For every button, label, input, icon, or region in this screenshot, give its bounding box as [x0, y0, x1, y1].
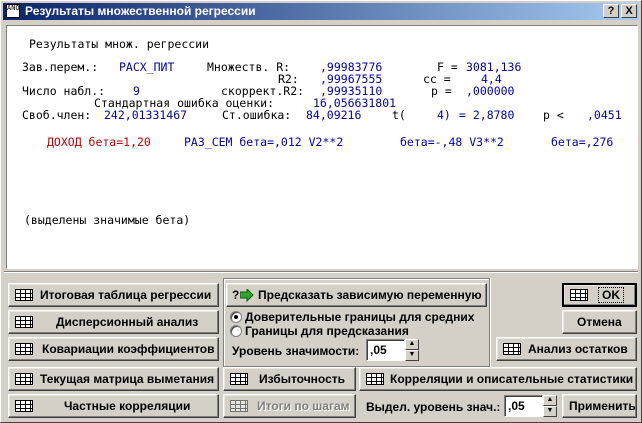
p-less-value: ,0451 [587, 108, 622, 122]
residual-analysis-button[interactable]: Анализ остатков [496, 337, 637, 361]
prediction-limits-radio[interactable] [230, 325, 242, 337]
table-icon [15, 289, 33, 301]
close-button[interactable]: X [621, 4, 637, 18]
t-df: 4) [437, 108, 451, 122]
std-error-value: 84,09216 [306, 108, 362, 122]
predict-dependent-button[interactable]: ? Предсказать зависимую переменную [226, 283, 487, 307]
highlight-level-input[interactable]: ,05 [504, 395, 543, 417]
beta-income: ДОХОД бета=1,20 [47, 135, 151, 149]
std-error-label: Ст.ошибка: [222, 108, 292, 122]
results-window: ANOVA Результаты множественной регрессии… [0, 0, 642, 423]
intercept-value: 242,01331467 [104, 108, 188, 122]
p-label: p = [431, 84, 452, 98]
app-icon: ANOVA [6, 4, 20, 18]
table-icon [15, 316, 33, 328]
anova-button[interactable]: Дисперсионный анализ [8, 310, 219, 334]
beta-last: бета=,276 [551, 135, 614, 149]
covariances-button[interactable]: Ковариации коэффициентов [8, 337, 219, 361]
spin-up-icon[interactable]: ▲ [543, 395, 557, 406]
alpha-label: Уровень значимости: [232, 344, 360, 358]
sweep-matrix-button[interactable]: Текущая матрица выметания [8, 367, 219, 391]
redundancy-button[interactable]: Избыточность [223, 367, 356, 391]
confidence-limits-radio[interactable] [230, 311, 242, 323]
dep-var-label: Зав.перем.: [22, 60, 99, 74]
summary-table-button[interactable]: Итоговая таблица регрессии [8, 283, 219, 307]
spin-down-icon[interactable]: ▼ [405, 350, 419, 361]
ok-button[interactable]: OK [562, 283, 637, 307]
confidence-limits-label: Доверительные границы для средних [245, 310, 475, 324]
alpha-input[interactable]: ,05 [366, 339, 405, 361]
divider [4, 271, 638, 273]
question-icon: ? [232, 288, 240, 302]
beta-family-size: РАЗ_СЕМ бета=,012 V2**2 [184, 135, 344, 149]
t-value: = 2,8780 [459, 108, 515, 122]
table-icon [230, 400, 248, 412]
cancel-button[interactable]: Отмена [562, 310, 637, 334]
significant-note: (выделены значимые бета) [24, 213, 191, 227]
intercept-label: Своб.член: [22, 108, 92, 122]
title-bar: ANOVA Результаты множественной регрессии… [3, 3, 639, 20]
partial-correlations-button[interactable]: Частные корреляции [8, 394, 219, 418]
help-button[interactable]: ? [603, 4, 619, 18]
results-heading: Результаты множ. регрессии [29, 37, 210, 51]
n-obs-label: Число набл.: [22, 84, 106, 98]
p-less-label: p < [543, 108, 564, 122]
results-output-pane: Результаты множ. регрессии Зав.перем.: Р… [6, 25, 638, 269]
highlight-level-label: Выдел. уровень знач.: [366, 400, 501, 414]
spin-down-icon[interactable]: ▼ [543, 406, 557, 417]
t-label: t( [392, 108, 406, 122]
p-value: ,000000 [466, 84, 515, 98]
stepwise-summary-button[interactable]: Итоги по шагам [223, 394, 356, 418]
table-icon [15, 373, 33, 385]
correlations-descriptives-button[interactable]: Корреляции и описательные статистики [359, 367, 637, 391]
apply-button[interactable]: Применить [562, 394, 637, 418]
window-title: Результаты множественной регрессии [25, 4, 256, 18]
dep-var-value: РАСХ_ПИТ [119, 60, 175, 74]
table-icon [15, 400, 33, 412]
beta-v3: бета=-,48 V3**2 [400, 135, 504, 149]
table-icon [503, 343, 521, 355]
highlight-level-spinner[interactable]: ▲ ▼ [543, 395, 557, 417]
alpha-spinner[interactable]: ▲ ▼ [405, 339, 419, 361]
table-icon [230, 373, 248, 385]
table-icon [570, 289, 588, 301]
table-icon [366, 373, 384, 385]
spin-up-icon[interactable]: ▲ [405, 339, 419, 350]
arrow-right-icon [240, 289, 254, 302]
table-icon [15, 343, 33, 355]
prediction-limits-label: Границы для предсказания [245, 324, 409, 338]
